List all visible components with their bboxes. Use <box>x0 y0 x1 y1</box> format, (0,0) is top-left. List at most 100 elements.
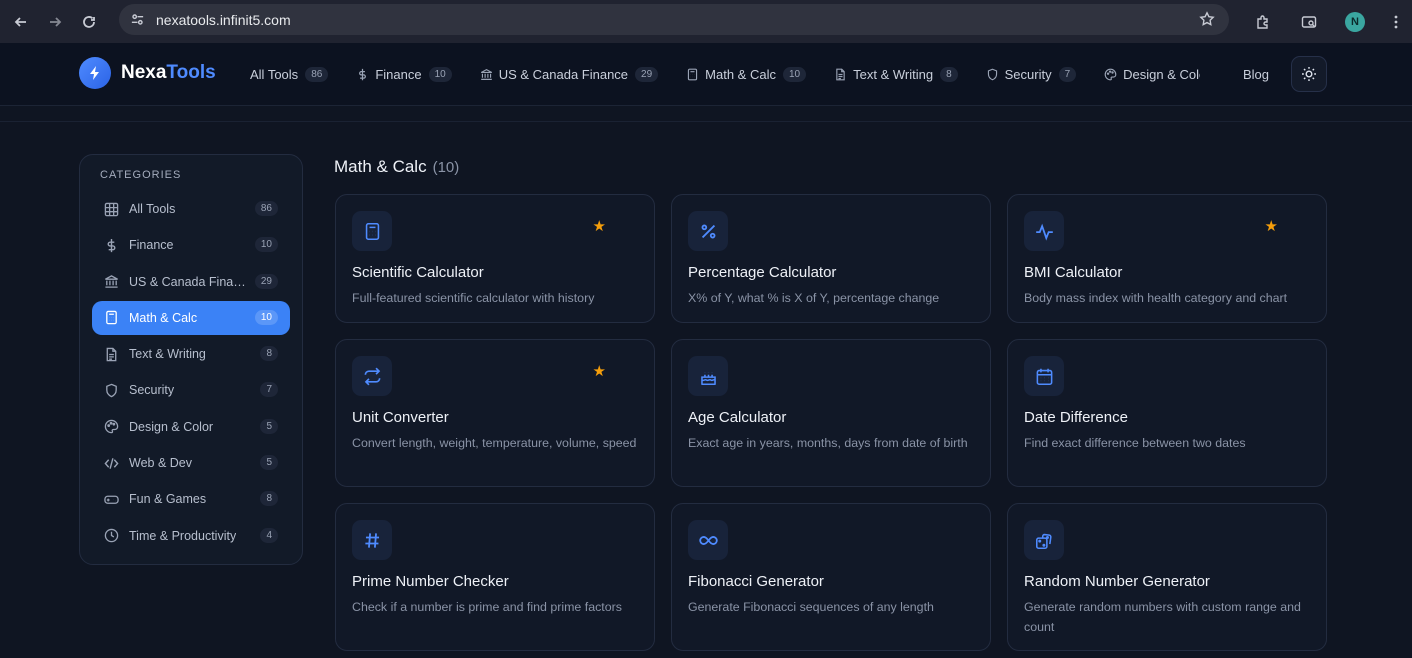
tool-name: Age Calculator <box>688 409 787 426</box>
topnav-label: Finance <box>375 66 422 82</box>
topnav-label: Math & Calc <box>705 66 776 82</box>
tool-card-fibonacci-generator[interactable]: Fibonacci Generator Generate Fibonacci s… <box>671 503 991 651</box>
url-text[interactable]: nexatools.infinit5.com <box>156 12 291 28</box>
tool-description: Generate Fibonacci sequences of any leng… <box>688 600 934 614</box>
calendar-icon <box>1024 356 1064 396</box>
browser-toolbar: nexatools.infinit5.com N <box>0 0 1412 43</box>
topnav-all-tools[interactable]: All Tools 86 <box>250 66 329 82</box>
tool-name: Random Number Generator <box>1024 573 1210 590</box>
tool-description: Exact age in years, months, days from da… <box>688 436 968 450</box>
document-icon <box>106 347 117 361</box>
puzzle-icon <box>1257 14 1268 29</box>
sidebar-item-label: Finance <box>129 238 174 253</box>
profile-button[interactable]: N <box>1338 5 1372 39</box>
page-title-count: (10) <box>432 159 460 176</box>
tool-card-age-calculator[interactable]: Age Calculator Exact age in years, month… <box>671 339 991 487</box>
dollar-icon <box>359 68 367 80</box>
count-badge: 8 <box>260 346 278 362</box>
site-settings-icon[interactable] <box>127 10 147 30</box>
favorite-star-icon[interactable]: ★ <box>1265 217 1278 235</box>
tool-name: Fibonacci Generator <box>688 573 824 590</box>
tool-description: X% of Y, what % is X of Y, percentage ch… <box>688 291 940 305</box>
count-badge: 10 <box>782 66 807 82</box>
shield-icon <box>987 68 997 80</box>
logo-text: NexaTools <box>121 62 216 84</box>
app-header: NexaTools All Tools 86 Finance 10 US & C… <box>0 43 1412 106</box>
arrow-left-icon <box>14 16 26 27</box>
topnav-us-canada-finance[interactable]: US & Canada Finance 29 <box>480 66 659 82</box>
sidebar-item-label: Time & Productivity <box>129 528 237 543</box>
sidebar-item-web-dev[interactable]: Web & Dev 5 <box>92 446 290 480</box>
sidebar-item-fun-games[interactable]: Fun & Games 8 <box>92 482 290 516</box>
tab-search-icon <box>1301 15 1317 28</box>
sidebar-item-finance[interactable]: Finance 10 <box>92 228 290 262</box>
sidebar-item-security[interactable]: Security 7 <box>92 373 290 407</box>
tool-description: Full-featured scientific calculator with… <box>352 291 595 305</box>
tool-card-prime-number-checker[interactable]: Prime Number Checker Check if a number i… <box>335 503 655 651</box>
back-button[interactable] <box>4 5 38 39</box>
topnav-finance[interactable]: Finance 10 <box>356 66 452 82</box>
count-badge: 8 <box>260 491 278 507</box>
hash-icon <box>352 520 392 560</box>
calculator-icon <box>688 68 698 80</box>
reload-button[interactable] <box>72 5 106 39</box>
theme-toggle-button[interactable] <box>1291 56 1327 92</box>
bookmark-star-icon[interactable] <box>1199 11 1215 32</box>
sun-icon <box>1302 67 1316 81</box>
sidebar-item-design-color[interactable]: Design & Color 5 <box>92 410 290 444</box>
sidebar-item-label: Web & Dev <box>129 456 192 471</box>
tool-description: Convert length, weight, temperature, vol… <box>352 436 637 450</box>
tool-card-percentage-calculator[interactable]: Percentage Calculator X% of Y, what % is… <box>671 194 991 323</box>
sidebar-item-text-writing[interactable]: Text & Writing 8 <box>92 337 290 371</box>
arrows-exchange-icon <box>352 356 392 396</box>
reload-icon <box>83 15 95 28</box>
tool-card-bmi-calculator[interactable]: ★ BMI Calculator Body mass index with he… <box>1007 194 1327 323</box>
sidebar-item-math-calc[interactable]: Math & Calc 10 <box>92 300 290 335</box>
favorite-star-icon[interactable]: ★ <box>593 217 606 235</box>
more-vertical-icon <box>1394 15 1398 28</box>
forward-button[interactable] <box>38 5 72 39</box>
tool-description: Generate random numbers with custom rang… <box>1024 600 1301 634</box>
arrow-right-icon <box>50 16 62 27</box>
bank-icon <box>480 68 492 80</box>
tool-name: Prime Number Checker <box>352 573 509 590</box>
calculator-icon <box>352 211 392 251</box>
logo[interactable]: NexaTools <box>79 57 216 89</box>
tab-search-button[interactable] <box>1292 5 1326 39</box>
clock-icon <box>104 528 119 543</box>
topnav-label: Security <box>1004 66 1052 82</box>
tool-card-random-number-generator[interactable]: Random Number Generator Generate random … <box>1007 503 1327 651</box>
extensions-button[interactable] <box>1246 5 1280 39</box>
topnav-design-color[interactable]: Design & Color 5 <box>1104 67 1200 82</box>
sidebar-item-time-productivity[interactable]: Time & Productivity 4 <box>92 519 290 553</box>
count-badge: 10 <box>428 66 452 82</box>
tool-name: Scientific Calculator <box>352 264 484 281</box>
address-bar[interactable]: nexatools.infinit5.com <box>119 4 1229 35</box>
bank-icon <box>105 275 118 288</box>
tool-card-unit-converter[interactable]: ★ Unit Converter Convert length, weight,… <box>335 339 655 487</box>
tool-card-scientific-calculator[interactable]: ★ Scientific Calculator Full-featured sc… <box>335 194 655 323</box>
sidebar-item-us-canada-finance[interactable]: US & Canada Finan... 29 <box>92 265 290 299</box>
count-badge: 10 <box>254 309 278 325</box>
count-badge: 5 <box>260 418 278 434</box>
top-navigation: All Tools 86 Finance 10 US & Canada Fina… <box>250 63 1200 85</box>
count-badge: 10 <box>254 237 278 253</box>
count-badge: 86 <box>254 201 278 216</box>
topnav-security[interactable]: Security 7 <box>986 66 1077 82</box>
sidebar-item-all-tools[interactable]: All Tools 86 <box>92 192 290 226</box>
page-title-text: Math & Calc <box>334 157 427 176</box>
sidebar-item-label: Fun & Games <box>129 492 207 507</box>
count-badge: 29 <box>635 66 659 82</box>
blog-link[interactable]: Blog <box>1243 67 1269 82</box>
favorite-star-icon[interactable]: ★ <box>593 362 606 380</box>
topnav-math-calc[interactable]: Math & Calc 10 <box>686 66 807 82</box>
count-badge: 4 <box>260 527 278 543</box>
code-icon <box>104 457 119 469</box>
topnav-text-writing[interactable]: Text & Writing 8 <box>834 66 958 82</box>
sidebar-item-label: Security <box>129 383 175 398</box>
shield-icon <box>106 383 117 398</box>
tool-card-date-difference[interactable]: Date Difference Find exact difference be… <box>1007 339 1327 487</box>
browser-menu-button[interactable] <box>1384 5 1408 39</box>
count-badge: 7 <box>260 382 278 398</box>
topnav-label: Design & Color <box>1123 66 1200 82</box>
